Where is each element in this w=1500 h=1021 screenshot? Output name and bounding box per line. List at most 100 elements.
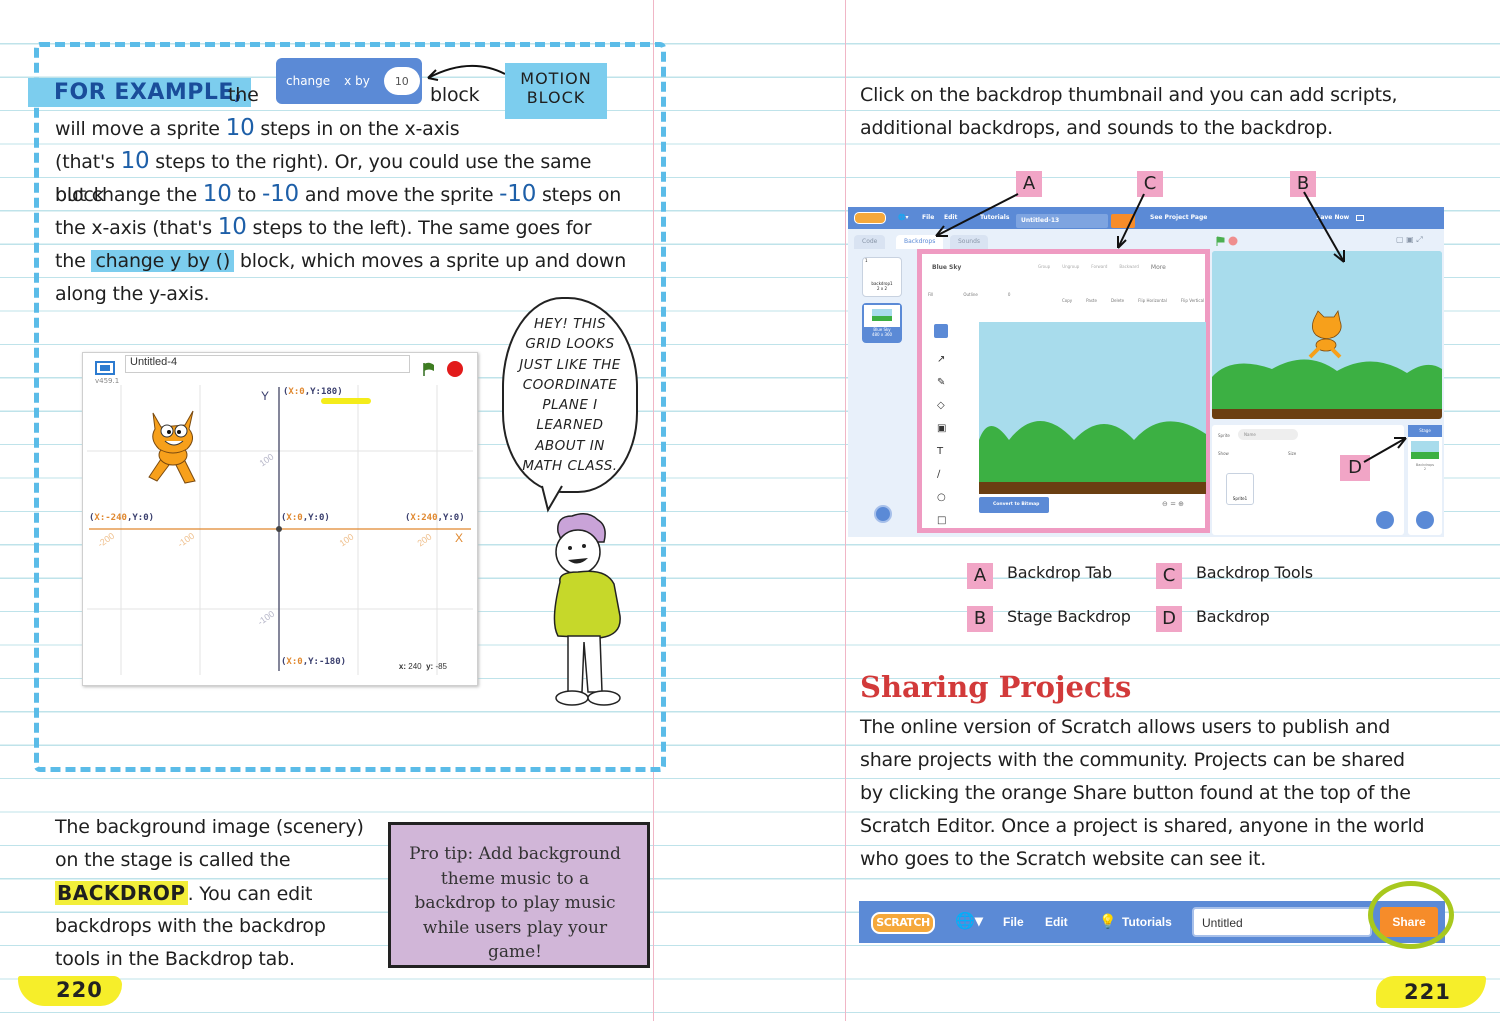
outline-width[interactable]: 0: [1008, 292, 1011, 297]
callout-b: B: [1290, 171, 1316, 197]
folder-icon[interactable]: [1356, 215, 1364, 221]
tab-backdrops[interactable]: Backdrops: [896, 235, 944, 249]
section-title-sharing: Sharing Projects: [860, 670, 1132, 704]
coord-label-left: (X:-240,Y:0): [89, 513, 155, 523]
delete-button[interactable]: Delete: [1111, 298, 1124, 303]
editor-menu-bar: 🌐▾ File Edit Tutorials Untitled-13 See P…: [848, 207, 1444, 229]
callout-a: A: [1016, 171, 1042, 197]
paragraph-line: but change the 10 to -10 and move the sp…: [55, 181, 622, 207]
backdrop-para-line: The background image (scenery): [55, 816, 364, 838]
legend-key-a: A: [967, 563, 993, 589]
project-title-field[interactable]: Untitled-13: [1016, 214, 1108, 228]
scratch-logo[interactable]: SCRATCH: [871, 912, 935, 934]
sharing-line: share projects with the community. Proje…: [860, 749, 1405, 771]
legend-label: Backdrop Tools: [1196, 563, 1313, 582]
menu-edit[interactable]: Edit: [944, 214, 957, 221]
see-project-page-link[interactable]: See Project Page: [1150, 214, 1207, 221]
coordinate-grid: Y X (X:0,Y:180) (X:-240,Y:0) (X:0,Y:0) (…: [87, 385, 473, 675]
show-label: Show: [1218, 451, 1229, 456]
version-label: v459.1: [95, 377, 120, 385]
paint-tools[interactable]: ↗ ✎ ◇ ▣ T ∕ ○ □: [937, 348, 946, 532]
scratch-logo-icon[interactable]: [854, 212, 886, 224]
intro-line: Click on the backdrop thumbnail and you …: [860, 84, 1398, 106]
convert-to-bitmap-button[interactable]: Convert to Bitmap: [979, 497, 1049, 513]
sprite-name-input[interactable]: Name: [1238, 429, 1298, 440]
page-number-left: 220: [56, 978, 103, 1002]
sprite-label: Sprite: [1218, 433, 1230, 438]
ungroup-button[interactable]: Ungroup: [1062, 264, 1079, 271]
block-value: 10: [383, 67, 420, 95]
menu-edit[interactable]: Edit: [1045, 915, 1068, 929]
sharing-line: by clicking the orange Share button foun…: [860, 782, 1411, 804]
coord-label-right: (X:240,Y:0): [405, 513, 465, 523]
block-word: x by: [344, 74, 370, 88]
choose-backdrop-stage-button[interactable]: [1416, 511, 1434, 529]
scratch-editor-screenshot: 🌐▾ File Edit Tutorials Untitled-13 See P…: [848, 207, 1444, 537]
stage-backdrop-view[interactable]: [1212, 251, 1442, 419]
sharing-line: The online version of Scratch allows use…: [860, 716, 1391, 738]
backdrop-thumb-2-selected[interactable]: Blue Sky 480 x 360: [862, 303, 902, 343]
stage-size-buttons[interactable]: ▢ ▣ ⤢: [1396, 235, 1423, 245]
share-button[interactable]: [1111, 214, 1135, 228]
costume-name-field[interactable]: Blue Sky: [932, 264, 961, 271]
motion-block-label: MOTION BLOCK: [505, 63, 607, 119]
intro-line: additional backdrops, and sounds to the …: [860, 117, 1333, 139]
select-tool-icon[interactable]: [934, 324, 948, 338]
project-title-input[interactable]: Untitled: [1192, 907, 1372, 937]
arrow-icon: [427, 65, 506, 81]
paint-toolbar-row2: Fill Outline 0: [928, 292, 1010, 297]
fullscreen-icon[interactable]: [95, 361, 115, 375]
flip-horizontal-button[interactable]: Flip Horizontal: [1138, 298, 1167, 303]
coord-label-top: (X:0,Y:180): [283, 387, 343, 397]
callout-c: C: [1137, 171, 1163, 197]
backdrop-para-line: BACKDROP. You can edit: [55, 881, 313, 905]
tab-sounds[interactable]: Sounds: [950, 235, 989, 249]
legend-label: Stage Backdrop: [1007, 607, 1131, 626]
backdrop-thumb-1[interactable]: 1 backdrop1 2 x 2: [862, 257, 902, 297]
cat-sprite-icon: [148, 410, 196, 484]
save-now-link[interactable]: Save Now: [1316, 214, 1349, 221]
menu-file[interactable]: File: [1003, 915, 1024, 929]
backdrop-para-line: backdrops with the backdrop: [55, 915, 326, 937]
globe-icon: 🌐▾: [898, 214, 909, 221]
motion-block-change-x: change x by 10: [276, 58, 422, 104]
stage-target-panel[interactable]: Stage Backdrops 2: [1408, 425, 1442, 535]
forward-button[interactable]: Forward: [1091, 264, 1107, 271]
paragraph-line: will move a sprite 10 steps in on the x-…: [55, 115, 460, 141]
sprite-thumb[interactable]: Sprite1: [1226, 473, 1254, 505]
page-margin-line: [845, 0, 846, 1021]
green-flag-icon[interactable]: [421, 361, 437, 377]
paint-actions: Copy Paste Delete Flip Horizontal Flip V…: [1062, 298, 1204, 303]
for-example-label: FOR EXAMPLE,: [28, 78, 251, 107]
sharing-line: Scratch Editor. Once a project is shared…: [860, 815, 1425, 837]
stop-icon[interactable]: [447, 361, 463, 377]
menu-file[interactable]: File: [922, 214, 934, 221]
more-dropdown[interactable]: More: [1151, 264, 1166, 271]
choose-sprite-button[interactable]: [1376, 511, 1394, 529]
choose-backdrop-button[interactable]: [874, 505, 892, 523]
paragraph-line: the change y by () block, which moves a …: [55, 250, 627, 272]
page-number-right: 221: [1404, 980, 1451, 1004]
coord-label-origin: (X:0,Y:0): [281, 513, 330, 523]
tab-code[interactable]: Code: [854, 235, 886, 249]
legend-key-d: D: [1156, 606, 1182, 632]
language-globe-icon[interactable]: 🌐▾: [955, 911, 983, 931]
menu-tutorials[interactable]: Tutorials: [1122, 915, 1172, 929]
flip-vertical-button[interactable]: Flip Vertical: [1181, 298, 1204, 303]
coord-label-bottom: (X:0,Y:-180): [281, 657, 347, 667]
menu-tutorials[interactable]: Tutorials: [980, 214, 1009, 221]
copy-button[interactable]: Copy: [1062, 298, 1072, 303]
group-button[interactable]: Group: [1038, 264, 1050, 271]
intro-text: the: [228, 84, 259, 106]
block-word: change: [286, 74, 331, 88]
backward-button[interactable]: Backward: [1119, 264, 1139, 271]
fill-label: Fill: [928, 292, 934, 297]
legend-label: Backdrop Tab: [1007, 563, 1112, 582]
sprite-info-panel: Sprite Name Show Size Sprite1: [1212, 425, 1404, 535]
paint-editor: Blue Sky Group Ungroup Forward Backward …: [917, 249, 1210, 533]
zoom-controls[interactable]: ⊖ = ⊕: [1162, 500, 1184, 508]
paint-canvas[interactable]: [979, 322, 1206, 494]
project-title-field[interactable]: Untitled-4: [125, 355, 410, 373]
paste-button[interactable]: Paste: [1086, 298, 1097, 303]
paragraph-line: the x-axis (that's 10 steps to the left)…: [55, 214, 592, 240]
